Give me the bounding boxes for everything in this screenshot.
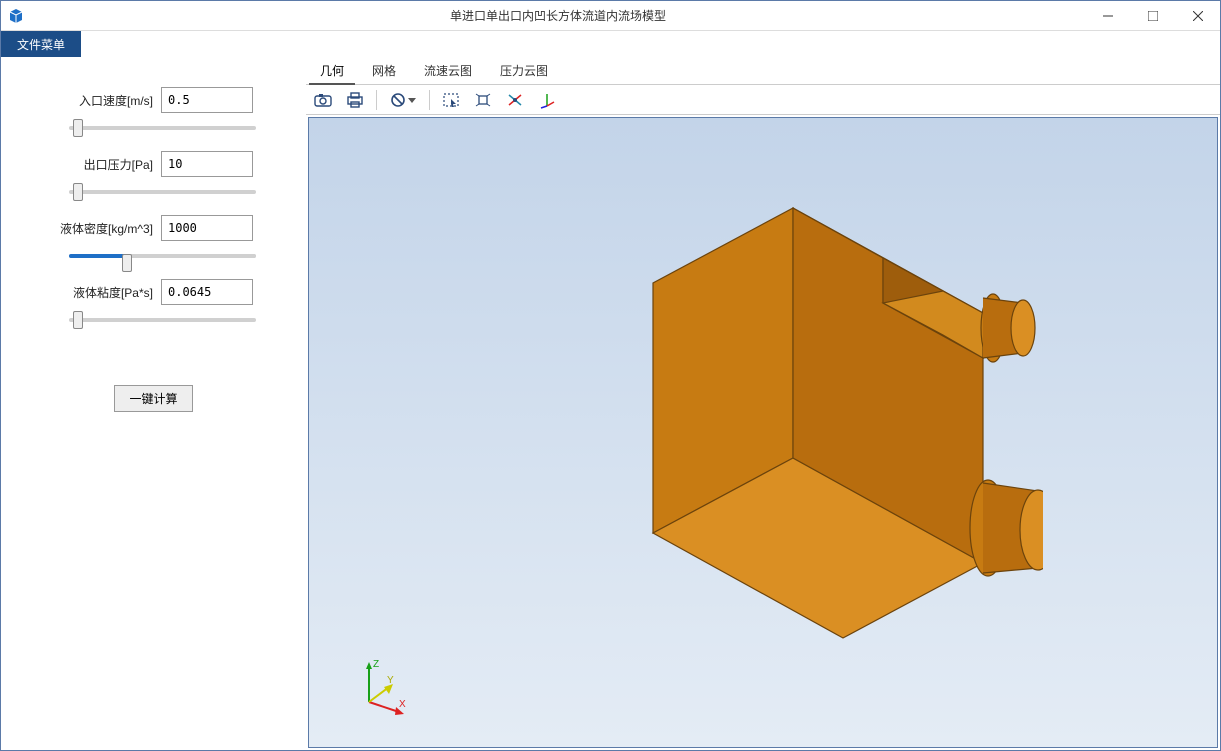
view-tabs: 几何 网格 流速云图 压力云图 [306,57,1220,85]
rotate-icon[interactable] [502,88,528,112]
outlet-pressure-label: 出口压力[Pa] [21,156,161,173]
inlet-velocity-slider[interactable] [69,126,256,130]
window-controls [1085,1,1220,31]
window-title: 单进口单出口内凹长方体流道内流场模型 [31,7,1085,24]
maximize-button[interactable] [1130,1,1175,31]
camera-icon[interactable] [310,88,336,112]
tab-geometry[interactable]: 几何 [306,57,358,84]
viscosity-label: 液体粘度[Pa*s] [21,284,161,301]
viewer-toolbar [306,85,1220,115]
outlet-pressure-input[interactable] [161,151,253,177]
app-icon [1,1,31,31]
outlet-pressure-slider[interactable] [69,190,256,194]
inlet-velocity-input[interactable] [161,87,253,113]
density-slider[interactable] [69,254,256,258]
axis-y-label: Y [387,675,394,686]
select-box-icon[interactable] [438,88,464,112]
close-button[interactable] [1175,1,1220,31]
tab-mesh[interactable]: 网格 [358,57,410,84]
3d-viewport[interactable]: Z X Y [308,117,1218,748]
toolbar-separator [376,90,377,110]
axis-x-label: X [399,699,406,710]
minimize-button[interactable] [1085,1,1130,31]
tab-velocity[interactable]: 流速云图 [410,57,486,84]
menubar: 文件菜单 [1,31,1220,57]
density-label: 液体密度[kg/m^3] [21,220,161,237]
viscosity-slider[interactable] [69,318,256,322]
axes-icon[interactable] [534,88,560,112]
density-input[interactable] [161,215,253,241]
axis-z-label: Z [373,659,379,670]
fit-view-icon[interactable] [470,88,496,112]
parameters-panel: 入口速度[m/s] 出口压力[Pa] 液体密度[kg/m^3] 液体粘度[Pa*… [1,57,306,750]
titlebar: 单进口单出口内凹长方体流道内流场模型 [1,1,1220,31]
inlet-velocity-label: 入口速度[m/s] [21,92,161,109]
tab-pressure[interactable]: 压力云图 [486,57,562,84]
calculate-button[interactable]: 一键计算 [114,385,192,412]
refresh-icon[interactable] [385,88,421,112]
print-icon[interactable] [342,88,368,112]
viscosity-input[interactable] [161,279,253,305]
geometry-model [483,153,1043,713]
file-menu-button[interactable]: 文件菜单 [1,31,81,57]
toolbar-separator [429,90,430,110]
viewer-panel: 几何 网格 流速云图 压力云图 [306,57,1220,750]
axis-triad: Z X Y [349,657,409,717]
